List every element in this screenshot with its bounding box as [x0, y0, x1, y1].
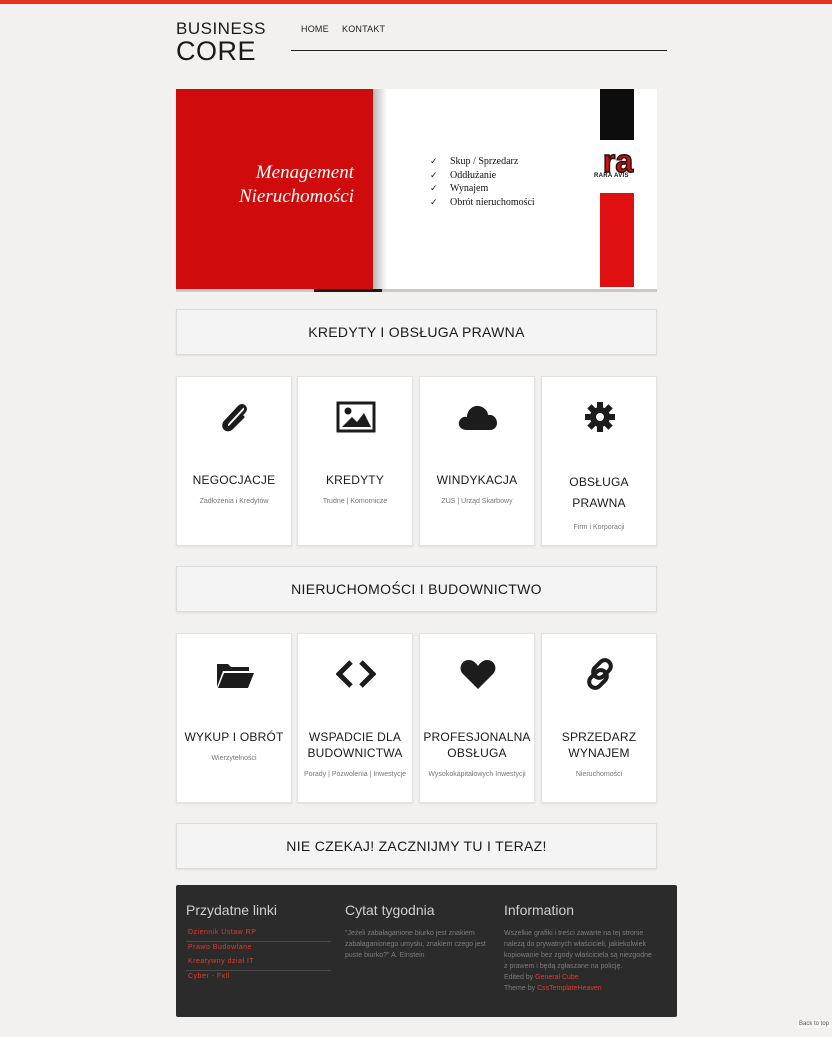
footer-link[interactable]: Kreatywny dział IT: [186, 956, 331, 971]
card-title: WINDYKACJA: [436, 473, 518, 487]
footer-theme-by-link[interactable]: CssTemplateHeaven: [537, 985, 602, 992]
footer-info: Wszelkie grafiki i treści zawarte na tej…: [504, 928, 654, 994]
section-title-kredyty: KREDYTY I OBSŁUGA PRAWNA: [176, 309, 657, 355]
code-icon: [336, 660, 376, 688]
card-title: WSPADCIE DLA BUDOWNICTWA: [307, 730, 403, 760]
heart-icon: [460, 660, 496, 689]
service-card[interactable]: OBSŁUGA PRAWNA Firm i Korporacji: [541, 376, 657, 546]
logo-line2: CORE: [176, 36, 257, 66]
slide-headline-line2: Nieruchomości: [238, 186, 354, 207]
brand-bar-red: [600, 193, 634, 287]
nav-item-kontakt[interactable]: KONTAKT: [342, 24, 385, 34]
service-card[interactable]: WYKUP I OBRÓT Wierzytelności: [176, 633, 292, 803]
service-card[interactable]: PROFESJONALNA OBSŁUGA Wysokokapitałowych…: [419, 633, 535, 803]
nav-item-home[interactable]: HOME: [301, 24, 329, 34]
service-card[interactable]: SPRZEDARZ WYNAJEM Nieruchomości: [541, 633, 657, 803]
folder-icon: [217, 664, 254, 688]
footer-quote: "Jeżeli zabałaganione biurko jest znakie…: [345, 930, 486, 959]
footer-theme-by: Theme by CssTemplateHeaven: [504, 985, 602, 992]
service-card[interactable]: WINDYKACJA ZUS | Urząd Skarbowy: [419, 376, 535, 546]
slide-headline: Menagement Nieruchomości: [176, 161, 354, 209]
card-title: OBSŁUGA PRAWNA: [569, 475, 629, 510]
image-icon: [336, 401, 376, 433]
card-title: WYKUP I OBRÓT: [184, 730, 284, 744]
brand-name: RARA AVIS: [594, 173, 629, 179]
gear-icon: [585, 402, 615, 432]
back-to-top-button[interactable]: Back to top: [797, 1020, 832, 1028]
service-card[interactable]: KREDYTY Trudne | Komornicze: [297, 376, 413, 546]
footer-link[interactable]: Dziennik Ustaw RP: [186, 927, 331, 942]
footer-edited-by: Edited by General Cube: [504, 974, 579, 981]
card-subtitle: Firm i Korporacji: [573, 524, 625, 531]
slider-pagination-active[interactable]: [314, 289, 382, 292]
checklist-item: ✓ Wynajem: [430, 183, 489, 195]
card-title: PROFESJONALNA OBSŁUGA: [423, 730, 531, 760]
footer-link[interactable]: Prawo Budowlane: [186, 942, 331, 957]
footer-quote-title: Cytat tygodnia: [345, 902, 435, 918]
logo[interactable]: BUSINESS CORE: [176, 20, 265, 66]
card-title: NEGOCJACJE: [192, 473, 276, 487]
card-title: SPRZEDARZ WYNAJEM: [561, 730, 637, 760]
footer: Przydatne linki Dziennik Ustaw RP Prawo …: [176, 885, 677, 1017]
checklist-item: ✓ Skup / Sprzedarz: [430, 156, 519, 167]
footer-links-list: Dziennik Ustaw RP Prawo Budowlane Kreaty…: [186, 927, 331, 985]
footer-info-title: Information: [504, 902, 575, 918]
section-title-nieruchomosci: NIERUCHOMOŚCI I BUDOWNICTWO: [176, 566, 657, 612]
card-subtitle: Porady | Pozwolenia | Inwestycje: [303, 771, 407, 778]
check-icon: ✓: [430, 183, 438, 194]
main-nav: HOME KONTAKT: [291, 24, 667, 51]
check-icon: ✓: [430, 169, 438, 180]
footer-edited-by-link[interactable]: General Cube: [535, 974, 579, 981]
slide-panel-shadow: [373, 89, 387, 290]
checklist-item: ✓ Oddłużanie: [430, 169, 497, 181]
check-icon: ✓: [430, 196, 438, 207]
card-subtitle: Nieruchomości: [575, 771, 623, 778]
top-accent-bar: [0, 0, 832, 4]
check-icon: ✓: [430, 156, 438, 166]
hero-slider[interactable]: Menagement Nieruchomości ✓ Skup / Sprzeda…: [176, 89, 657, 290]
checklist-item: ✓ Obrót nieruchomości: [430, 196, 535, 208]
brand-bar-black: [600, 89, 634, 140]
slide-headline-line1: Menagement: [255, 162, 354, 183]
service-card[interactable]: NEGOCJACJE Zadłożenia i Kredytów: [176, 376, 292, 546]
footer-link[interactable]: Cyber - Fxll: [186, 971, 331, 986]
cta-banner[interactable]: NIE CZEKAJ! ZACZNIJMY TU I TERAZ!: [176, 823, 657, 869]
service-card[interactable]: WSPADCIE DLA BUDOWNICTWA Porady | Pozwol…: [297, 633, 413, 803]
footer-links-title: Przydatne linki: [186, 902, 278, 918]
slide-checklist: ✓ Skup / Sprzedarz ✓ Oddłużanie ✓ Wynajem ✓…: [430, 155, 535, 209]
slider-pagination[interactable]: [176, 289, 657, 292]
card-subtitle: Zadłożenia i Kredytów: [199, 498, 269, 505]
cloud-icon: [458, 405, 497, 430]
card-subtitle: Wysokokapitałowych Inwestycji: [428, 771, 526, 778]
card-title: KREDYTY: [325, 473, 385, 487]
link-icon: [587, 658, 613, 690]
card-subtitle: ZUS | Urząd Skarbowy: [441, 498, 513, 505]
paperclip-icon: [222, 404, 247, 432]
footer-info-text: Wszelkie grafiki i treści zawarte na tej…: [504, 930, 652, 970]
card-subtitle: Wierzytelności: [211, 755, 257, 762]
card-subtitle: Trudne | Komornicze: [322, 498, 388, 505]
